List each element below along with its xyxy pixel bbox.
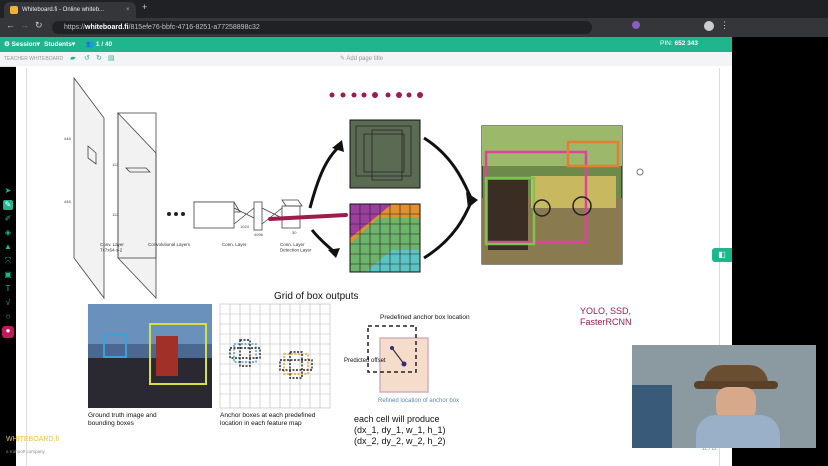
- tool-rail: ➤ ✎ ✐ ◈ ▲ ⤧ ▣ T √ ○ ●: [0, 182, 16, 342]
- dim-label: 1024: [240, 224, 250, 229]
- ellipsis-dots: [167, 212, 185, 216]
- dim-label: 112: [112, 162, 119, 167]
- redo-icon[interactable]: ↻: [96, 54, 102, 62]
- student-count: 👥 1 / 40: [86, 41, 113, 48]
- page-tools-icon[interactable]: ▤: [108, 54, 115, 62]
- session-menu[interactable]: ⚙ Session▾: [4, 40, 40, 48]
- anchor-grid: [219, 303, 331, 409]
- undo-icon[interactable]: ↺: [84, 54, 90, 62]
- tab-title: Whiteboard.fi - Online whiteb...: [22, 7, 105, 13]
- students-menu[interactable]: Students▾: [44, 40, 75, 48]
- url-field[interactable]: https://whiteboard.fi/815efe76-bbfc-4716…: [52, 21, 592, 34]
- refined-anchor-label: Refined location of anchor box: [378, 398, 459, 404]
- dim-label: 112: [112, 212, 119, 217]
- layer-label: Convolutional Layers: [148, 242, 191, 247]
- brand-watermark: WHITEBOARD.fi: [6, 436, 59, 443]
- image-icon[interactable]: ▣: [3, 270, 13, 280]
- annotation-line: [268, 213, 348, 221]
- tuple-text-1: (dx_1, dy_1, w_1, h_1): [354, 425, 446, 435]
- browser-tab[interactable]: Whiteboard.fi - Online whiteb... ×: [4, 2, 136, 18]
- shapes-icon[interactable]: ▲: [3, 242, 13, 252]
- grid-title: Grid of box outputs: [274, 291, 359, 302]
- line-icon[interactable]: ⤧: [3, 256, 13, 266]
- predefined-anchor-label: Predefined anchor box location: [380, 314, 470, 321]
- math-icon[interactable]: √: [3, 298, 13, 308]
- webcam-feed: [632, 345, 816, 448]
- forward-icon[interactable]: →: [20, 20, 29, 30]
- dim-label: 448: [64, 199, 71, 204]
- browser-menu-icon[interactable]: ⋮: [720, 20, 729, 31]
- add-page-title[interactable]: ✎ Add page title: [340, 55, 383, 62]
- select-icon[interactable]: ➤: [3, 186, 13, 196]
- text-icon[interactable]: T: [3, 284, 13, 294]
- color-picker-button[interactable]: ●: [2, 326, 14, 338]
- models-text: YOLO, SSD, FasterRCNN: [580, 306, 632, 327]
- class-probability-map: [349, 203, 421, 273]
- tuple-text-2: (dx_2, dy_2, w_2, h_2): [354, 436, 446, 446]
- predicted-offset-label: Predicted offset: [344, 358, 386, 364]
- marker-icon[interactable]: ✐: [3, 214, 13, 224]
- dim-label: 30: [292, 230, 297, 235]
- final-detection-image: [481, 125, 623, 265]
- cnn-architecture: [73, 76, 303, 300]
- ground-truth-image: [88, 304, 212, 408]
- each-cell-text: each cell will produce: [354, 414, 440, 424]
- extension-icon[interactable]: [632, 21, 640, 29]
- annotation-dots: [329, 92, 423, 98]
- arrow-up: [308, 144, 342, 209]
- site-favicon: [10, 6, 18, 14]
- tab-close-icon[interactable]: ×: [126, 2, 130, 18]
- layer-label: Conn. Layer Detection Layer: [280, 242, 312, 252]
- company-label: a Kahoot! company: [6, 449, 45, 454]
- eraser-icon[interactable]: ◈: [3, 228, 13, 238]
- new-tab-button[interactable]: +: [142, 2, 147, 12]
- whiteboard-drawing: 448 448 112 112 1024 4096 30 Conv. Layer…: [64, 76, 644, 446]
- reload-icon[interactable]: ↻: [35, 20, 43, 31]
- caption-ground-truth: Ground truth image and bounding boxes: [88, 412, 157, 427]
- dim-label: 448: [64, 136, 71, 141]
- back-icon[interactable]: ←: [6, 20, 15, 30]
- profile-avatar[interactable]: [704, 21, 714, 31]
- merge-arrow: [423, 136, 474, 260]
- pin-display: PIN: 652 343: [660, 40, 698, 47]
- teacher-whiteboard-label: TEACHER WHITEBOARD: [4, 56, 64, 62]
- layer-label: Conv. Layer 7x7x64-s-2: [100, 242, 124, 252]
- pen-icon[interactable]: ✎: [3, 200, 13, 210]
- more-tools-icon[interactable]: ○: [3, 312, 13, 322]
- folder-icon[interactable]: ▰: [70, 54, 75, 62]
- layer-label: Conn. Layer: [222, 242, 247, 247]
- arrow-down: [310, 229, 336, 254]
- cursor-ring: [636, 168, 644, 176]
- dim-label: 4096: [254, 232, 264, 237]
- caption-anchor-boxes: Anchor boxes at each predefined location …: [220, 412, 316, 427]
